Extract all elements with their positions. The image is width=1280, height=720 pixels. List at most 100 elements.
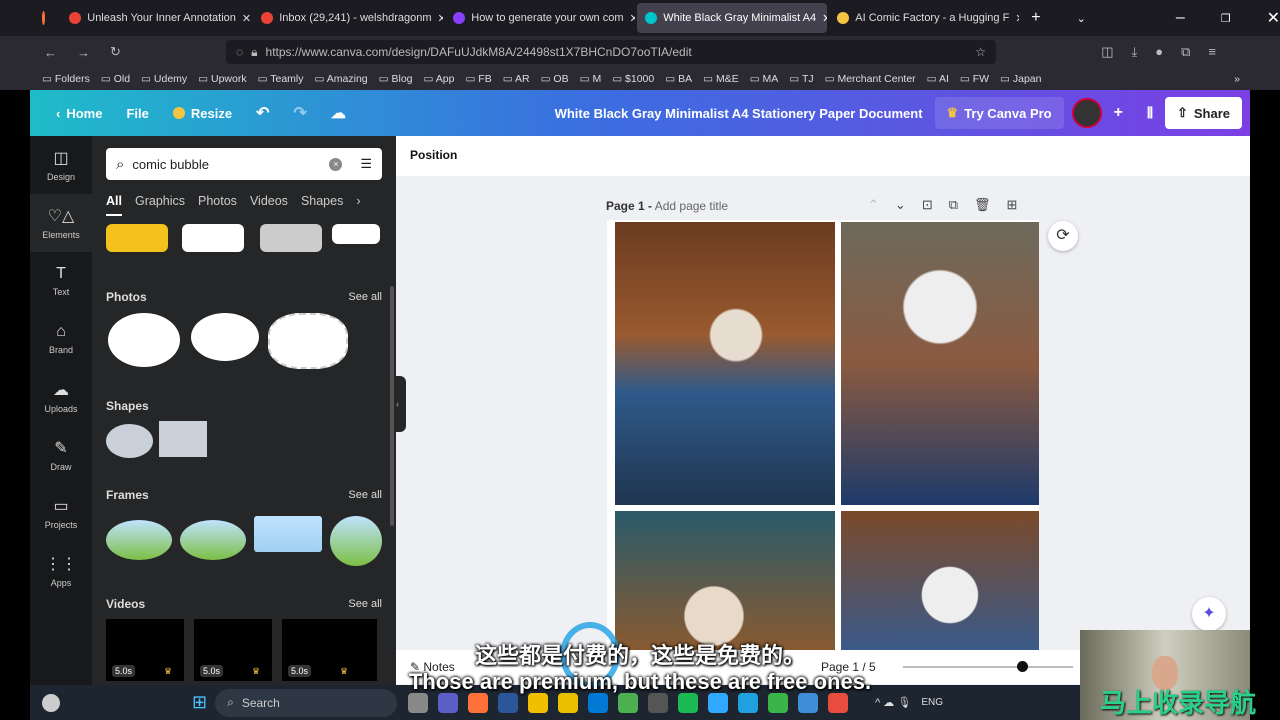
insights-icon[interactable]: ⫼: [1135, 105, 1165, 121]
close-window-button[interactable]: ✕: [1267, 8, 1280, 28]
filter-icon[interactable]: ☰: [360, 156, 372, 172]
bookmark-item[interactable]: ▭ M: [580, 73, 602, 85]
see-all-photos[interactable]: See all: [348, 291, 382, 303]
taskbar-app-icon[interactable]: [588, 692, 609, 713]
photo-bubble[interactable]: [108, 313, 180, 367]
taskbar-app-icon[interactable]: [708, 692, 729, 713]
browser-tab[interactable]: AI Comic Factory - a Hugging F✕: [829, 3, 1019, 33]
position-button[interactable]: Position: [396, 136, 1250, 176]
extensions-icons[interactable]: ◫⤓●⧉≡: [1101, 44, 1234, 60]
new-tab-button[interactable]: +: [1031, 9, 1040, 27]
bookmark-item[interactable]: ▭ App: [424, 73, 455, 85]
bookmark-item[interactable]: ▭ FB: [465, 73, 491, 85]
file-button[interactable]: File: [114, 106, 160, 121]
rail-item-draw[interactable]: ✎ Draw: [30, 426, 92, 484]
rail-item-brand[interactable]: ⌂ Brand: [30, 310, 92, 368]
bookmark-item[interactable]: ▭ Folders: [42, 73, 90, 85]
add-collaborator-button[interactable]: +: [1102, 104, 1135, 122]
graphic-item[interactable]: [106, 224, 168, 252]
reload-icon[interactable]: ↻: [110, 44, 121, 60]
page-title-input[interactable]: Add page title: [655, 199, 728, 213]
chevron-right-icon[interactable]: ›: [356, 194, 360, 216]
language-indicator[interactable]: ENG: [921, 697, 943, 708]
taskbar-app-icon[interactable]: [498, 692, 519, 713]
filter-tab-all[interactable]: All: [106, 194, 122, 216]
close-tab-icon[interactable]: ✕: [630, 12, 636, 25]
rail-item-projects[interactable]: ▭ Projects: [30, 484, 92, 542]
taskbar-app-icon[interactable]: [618, 692, 639, 713]
search-input[interactable]: ⌕ comic bubble × ☰: [106, 148, 382, 180]
close-tab-icon[interactable]: ✕: [438, 12, 444, 25]
home-button[interactable]: ‹ Home: [44, 106, 114, 121]
comic-panel-1[interactable]: [615, 222, 835, 505]
bookmark-item[interactable]: ▭ Teamly: [258, 73, 304, 85]
frame-item[interactable]: [106, 520, 172, 560]
resize-button[interactable]: Resize: [161, 106, 244, 121]
bookmark-item[interactable]: ▭ BA: [665, 73, 692, 85]
design-title[interactable]: White Black Gray Minimalist A4 Stationer…: [543, 106, 935, 121]
try-pro-button[interactable]: ♛ Try Canva Pro: [934, 97, 1064, 129]
browser-tab[interactable]: Inbox (29,241) - welshdragonm ✕: [253, 3, 443, 33]
graphic-item[interactable]: [182, 224, 244, 252]
start-button[interactable]: ⊞: [192, 692, 207, 713]
taskbar-app-icon[interactable]: [798, 692, 819, 713]
bookmark-item[interactable]: ▭ AI: [927, 73, 949, 85]
bookmark-item[interactable]: ▭ Merchant Center: [825, 73, 916, 85]
frame-item[interactable]: [180, 520, 246, 560]
filter-tab-videos[interactable]: Videos: [250, 194, 288, 216]
bookmark-item[interactable]: ▭ MA: [750, 73, 779, 85]
bookmark-item[interactable]: ▭ M&E: [703, 73, 739, 85]
filter-tab-shapes[interactable]: Shapes: [301, 194, 343, 216]
more-bookmarks-icon[interactable]: »: [1234, 73, 1240, 85]
see-all-videos[interactable]: See all: [348, 598, 382, 610]
share-button[interactable]: ⇧ Share: [1164, 97, 1242, 129]
taskbar-app-icon[interactable]: [468, 692, 489, 713]
comic-panel-2[interactable]: [841, 222, 1039, 505]
bookmark-item[interactable]: ▭ OB: [541, 73, 569, 85]
page-1[interactable]: [607, 220, 1039, 651]
filter-tab-photos[interactable]: Photos: [198, 194, 237, 216]
photo-bubble[interactable]: [191, 313, 259, 361]
rail-item-elements[interactable]: ♡△ Elements: [30, 194, 92, 252]
bookmark-item[interactable]: ▭ AR: [503, 73, 530, 85]
bookmark-item[interactable]: ▭ FW: [960, 73, 989, 85]
bookmark-item[interactable]: ▭ Old: [101, 73, 130, 85]
magic-assistant-button[interactable]: ✦: [1192, 597, 1226, 631]
comic-panel-4[interactable]: [841, 511, 1039, 651]
tray-icons[interactable]: ^ ☁ 🎙︎: [875, 696, 911, 709]
bookmark-item[interactable]: ▭ Blog: [379, 73, 413, 85]
close-tab-icon[interactable]: ✕: [1015, 12, 1019, 25]
minimize-button[interactable]: –: [1176, 9, 1185, 27]
graphic-item[interactable]: [260, 224, 322, 252]
browser-tab[interactable]: Unleash Your Inner Annotation ✕: [61, 3, 251, 33]
avatar[interactable]: [1071, 98, 1102, 128]
maximize-button[interactable]: ❐: [1221, 12, 1231, 25]
star-icon[interactable]: ☆: [975, 45, 986, 59]
taskbar-app-icon[interactable]: [408, 692, 429, 713]
rail-item-design[interactable]: ◫ Design: [30, 136, 92, 194]
rail-item-uploads[interactable]: ☁ Uploads: [30, 368, 92, 426]
add-page-icon[interactable]: ⊞: [1007, 197, 1018, 213]
taskbar-app-icon[interactable]: [648, 692, 669, 713]
bookmark-item[interactable]: ▭ TJ: [789, 73, 813, 85]
filter-tab-graphics[interactable]: Graphics: [135, 194, 185, 216]
browser-tab[interactable]: White Black Gray Minimalist A4 ✕: [637, 3, 828, 33]
url-bar[interactable]: ◌ 🔒︎ https://www.canva.com/design/DAFuUJd…: [226, 40, 996, 64]
taskbar-app-icon[interactable]: [558, 692, 579, 713]
taskbar-app-icon[interactable]: [738, 692, 759, 713]
redo-button[interactable]: ↷: [281, 103, 318, 123]
taskbar-app-icon[interactable]: [678, 692, 699, 713]
taskbar-app-icon[interactable]: [438, 692, 459, 713]
collapse-panel-handle[interactable]: ‹: [396, 376, 406, 432]
frame-item[interactable]: [330, 516, 382, 566]
tab-list-icon[interactable]: ⌄: [1077, 12, 1086, 25]
comment-button[interactable]: ⟳: [1048, 221, 1078, 251]
lock-icon[interactable]: ⊡: [922, 197, 933, 213]
graphic-item[interactable]: [332, 224, 380, 244]
back-icon[interactable]: ←: [44, 45, 57, 60]
comic-panel-3[interactable]: [615, 511, 835, 651]
weather-icon[interactable]: [42, 693, 60, 712]
undo-button[interactable]: ↶: [244, 103, 281, 123]
bookmark-item[interactable]: ▭ Japan: [1000, 73, 1041, 85]
trash-icon[interactable]: 🗑︎: [974, 197, 991, 213]
